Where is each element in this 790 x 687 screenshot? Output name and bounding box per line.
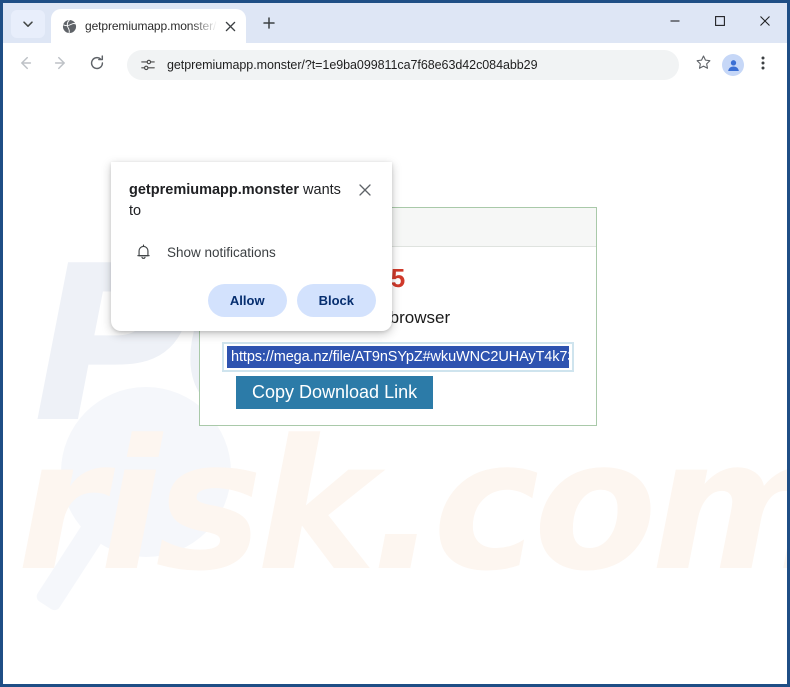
maximize-window-button[interactable] (697, 4, 742, 38)
watermark-text-bottom: risk.com (17, 402, 787, 611)
reload-button[interactable] (81, 49, 113, 81)
profile-button[interactable] (719, 51, 747, 79)
dialog-header: getpremiumapp.monster wants to (129, 180, 376, 222)
new-tab-button[interactable] (254, 10, 284, 40)
bookmark-button[interactable] (689, 51, 717, 79)
back-button[interactable] (9, 49, 41, 81)
arrow-left-icon (16, 54, 34, 77)
account-avatar-icon (722, 54, 744, 76)
chevron-down-icon (21, 17, 35, 31)
close-icon (358, 183, 372, 202)
tab-search-button[interactable] (11, 10, 45, 38)
three-dot-menu-icon (755, 55, 771, 76)
arrow-right-icon (52, 54, 70, 77)
watermark-magnifier-handle (34, 497, 122, 613)
download-link-value: https://mega.nz/file/AT9nSYpZ#wkuWNC2UHA… (227, 346, 569, 368)
block-notifications-button[interactable]: Block (296, 284, 376, 318)
tab-close-button[interactable] (220, 16, 240, 36)
browser-toolbar: getpremiumapp.monster/?t=1e9ba099811ca7f… (3, 43, 787, 87)
address-bar-url: getpremiumapp.monster/?t=1e9ba099811ca7f… (167, 58, 538, 72)
tab-title: getpremiumapp.monster/?t=1e (85, 19, 220, 33)
chrome-menu-button[interactable] (749, 51, 777, 79)
address-bar[interactable]: getpremiumapp.monster/?t=1e9ba099811ca7f… (127, 50, 679, 80)
page-viewport: PC risk.com dy... 5 RL in browser https:… (3, 87, 787, 684)
dialog-title: getpremiumapp.monster wants to (129, 180, 354, 222)
window-controls (652, 3, 787, 39)
dialog-origin: getpremiumapp.monster (129, 182, 299, 198)
plus-icon (262, 16, 276, 35)
dialog-actions: Allow Block (129, 284, 376, 318)
notification-permission-dialog: getpremiumapp.monster wants to Show noti… (111, 162, 392, 332)
allow-notifications-button[interactable]: Allow (207, 284, 287, 318)
forward-button[interactable] (45, 49, 77, 81)
permission-row: Show notifications (133, 242, 376, 262)
minimize-window-button[interactable] (652, 4, 697, 38)
copy-download-link-button[interactable]: Copy Download Link (236, 376, 434, 409)
browser-window: getpremiumapp.monster/?t=1e (0, 0, 790, 687)
tab-strip: getpremiumapp.monster/?t=1e (3, 3, 787, 43)
dialog-close-button[interactable] (354, 181, 376, 203)
tune-settings-icon[interactable] (139, 56, 157, 74)
browser-tab[interactable]: getpremiumapp.monster/?t=1e (51, 9, 246, 43)
download-link-input[interactable]: https://mega.nz/file/AT9nSYpZ#wkuWNC2UHA… (222, 342, 574, 372)
star-icon (695, 54, 712, 76)
bell-icon (133, 242, 153, 262)
close-window-button[interactable] (742, 4, 787, 38)
globe-icon (61, 18, 77, 34)
reload-icon (88, 54, 106, 77)
permission-label: Show notifications (167, 244, 276, 260)
